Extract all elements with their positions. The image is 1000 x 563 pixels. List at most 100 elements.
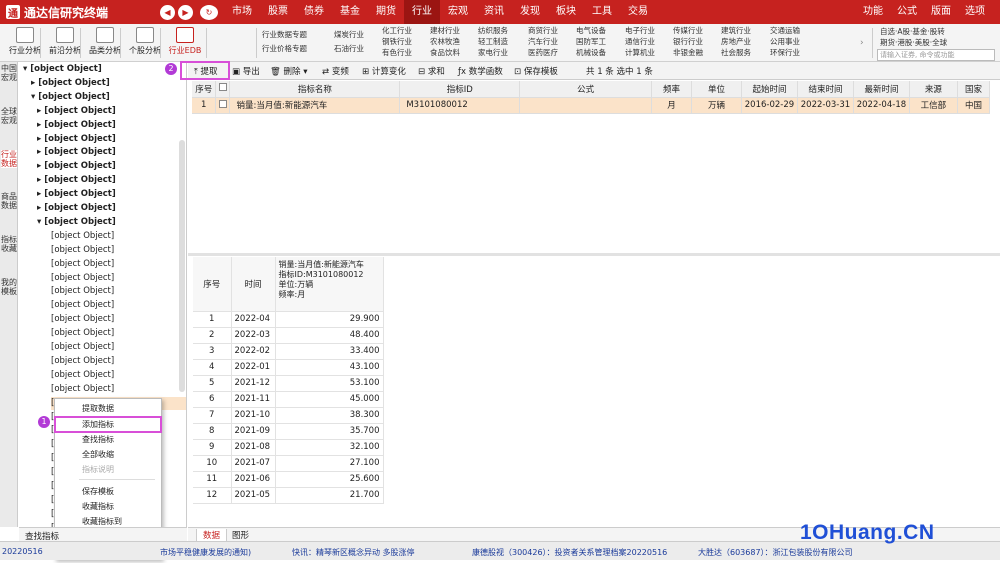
ribbon-button[interactable]: 品类分析 bbox=[86, 27, 124, 56]
col-header[interactable]: 频率 bbox=[651, 81, 693, 98]
tree-node[interactable]: [object Object] bbox=[51, 272, 114, 285]
tree-node[interactable]: ▸ [object Object] bbox=[31, 77, 110, 90]
math-func-button[interactable]: ƒx 数学函数 bbox=[458, 65, 503, 77]
industry-link[interactable]: 石油行业 bbox=[334, 43, 364, 54]
news-ticker-2[interactable]: 快讯：精琴新区概念异动 多股涨停 bbox=[292, 547, 415, 558]
data-row[interactable]: 8 2021-09 35.700 bbox=[193, 423, 384, 440]
industry-link[interactable]: 建筑行业 bbox=[721, 25, 751, 36]
industry-link[interactable]: 食品饮料 bbox=[430, 47, 460, 58]
menu-item[interactable]: 资讯 bbox=[476, 0, 512, 24]
industry-link[interactable]: 房地产业 bbox=[721, 36, 751, 47]
menu-item[interactable]: 工具 bbox=[584, 0, 620, 24]
context-menu-item[interactable]: 提取数据 bbox=[55, 402, 161, 415]
industry-link[interactable]: 银行行业 bbox=[673, 36, 703, 47]
indicator-row[interactable]: 1 销量:当月值:新能源汽车 M3101080012 月万辆 2016-02-29 202… bbox=[192, 97, 991, 114]
menu-item[interactable]: 发现 bbox=[512, 0, 548, 24]
col-header[interactable]: 单位 bbox=[691, 81, 742, 98]
tree-node[interactable]: ▸ [object Object] bbox=[37, 160, 116, 173]
tree-node[interactable]: [object Object] bbox=[51, 383, 114, 396]
ribbon-button[interactable]: 行业EDB bbox=[166, 27, 204, 56]
ribbon-quick-link-1[interactable]: 自选·A股·基金·股转 bbox=[880, 26, 945, 37]
context-menu-item[interactable]: 保存模板 bbox=[55, 485, 161, 498]
tree-node[interactable]: ▸ [object Object] bbox=[37, 105, 116, 118]
data-row[interactable]: 9 2021-08 32.100 bbox=[193, 439, 384, 456]
data-row[interactable]: 3 2022-02 33.400 bbox=[193, 343, 384, 360]
industry-link[interactable]: 农林牧渔 bbox=[430, 36, 460, 47]
menu-item[interactable]: 债券 bbox=[296, 0, 332, 24]
industry-link[interactable]: 行业价格专题 bbox=[262, 43, 307, 54]
tree-node[interactable]: ▸ [object Object] bbox=[37, 133, 116, 146]
data-row[interactable]: 11 2021-06 25.600 bbox=[193, 471, 384, 488]
ribbon-quick-link-2[interactable]: 期货·港股·美股·全球 bbox=[880, 37, 947, 48]
tree-node[interactable]: ▸ [object Object] bbox=[37, 119, 116, 132]
industry-link[interactable]: 医药医疗 bbox=[528, 47, 558, 58]
industry-link[interactable]: 纺织服务 bbox=[478, 25, 508, 36]
menu-item[interactable]: 基金 bbox=[332, 0, 368, 24]
ribbon-button[interactable]: 行业分析 bbox=[6, 27, 44, 56]
tree-node[interactable]: ▸ [object Object] bbox=[37, 202, 116, 215]
col-header[interactable]: 序号 bbox=[192, 81, 217, 98]
menu-item[interactable]: 行业 bbox=[404, 0, 440, 24]
industry-link[interactable]: 有色行业 bbox=[382, 47, 412, 58]
tree-node[interactable]: [object Object] bbox=[51, 369, 114, 382]
industry-link[interactable]: 非银金融 bbox=[673, 47, 703, 58]
news-ticker-3[interactable]: 康德股视（300426）：投资者关系管理档案20220516 bbox=[472, 547, 667, 558]
right-menu-item[interactable]: 版面 bbox=[924, 0, 958, 24]
tree-node[interactable]: [object Object] bbox=[51, 313, 114, 326]
industry-link[interactable]: 家电行业 bbox=[478, 47, 508, 58]
pane-splitter[interactable] bbox=[188, 253, 1000, 256]
vtab-item[interactable]: 全球宏观 bbox=[1, 107, 17, 125]
industry-link[interactable]: 钢铁行业 bbox=[382, 36, 412, 47]
tab-chart[interactable]: 图形 bbox=[226, 529, 255, 541]
tree-node[interactable]: [object Object] bbox=[51, 244, 114, 257]
industry-link[interactable]: 国防军工 bbox=[576, 36, 606, 47]
back-icon[interactable]: ◀ bbox=[160, 4, 175, 20]
industry-link[interactable]: 化工行业 bbox=[382, 25, 412, 36]
industry-link[interactable]: 通信行业 bbox=[625, 36, 655, 47]
tree-node[interactable]: ▸ [object Object] bbox=[37, 146, 116, 159]
ribbon-button[interactable]: 个股分析 bbox=[126, 27, 164, 56]
data-row[interactable]: 6 2021-11 45.000 bbox=[193, 391, 384, 408]
tree-node[interactable]: ▸ [object Object] bbox=[37, 188, 116, 201]
col-header[interactable]: 最新时间 bbox=[853, 81, 910, 98]
data-row[interactable]: 12 2021-05 21.700 bbox=[193, 487, 384, 504]
tree-node[interactable]: ▾ [object Object] bbox=[37, 216, 116, 229]
ribbon-scroll-icon[interactable]: › bbox=[860, 38, 864, 48]
tree-node[interactable]: [object Object] bbox=[51, 230, 114, 243]
context-menu-item[interactable]: 全部收缩 bbox=[55, 448, 161, 461]
refresh-icon[interactable]: ↻ bbox=[200, 4, 218, 20]
context-menu-item[interactable]: 收藏指标 bbox=[55, 500, 161, 513]
tree-node[interactable]: [object Object] bbox=[51, 327, 114, 340]
col-header[interactable]: 起始时间 bbox=[741, 81, 798, 98]
tree-node[interactable]: ▸ [object Object] bbox=[37, 174, 116, 187]
select-all-checkbox[interactable] bbox=[218, 83, 227, 92]
col-header[interactable]: 指标名称 bbox=[229, 81, 401, 98]
menu-item[interactable]: 期货 bbox=[368, 0, 404, 24]
save-template-button[interactable]: ⊡ 保存模板 bbox=[514, 65, 558, 77]
industry-link[interactable]: 轻工制造 bbox=[478, 36, 508, 47]
col-header[interactable]: 指标ID bbox=[399, 81, 521, 98]
tree-node[interactable]: [object Object] bbox=[51, 341, 114, 354]
vtab-item[interactable]: 我的模板 bbox=[1, 278, 17, 296]
industry-link[interactable]: 电气设备 bbox=[576, 25, 606, 36]
data-row[interactable]: 1 2022-04 29.900 bbox=[193, 311, 384, 328]
ribbon-search-input[interactable]: 请输入证券, 命令或功能 bbox=[877, 49, 995, 61]
vtab-item[interactable]: 指标收藏 bbox=[1, 235, 17, 253]
industry-link[interactable]: 电子行业 bbox=[625, 25, 655, 36]
vtab-item[interactable]: 中国宏观 bbox=[1, 64, 17, 82]
tree-node[interactable]: [object Object] bbox=[51, 355, 114, 368]
data-row[interactable]: 4 2022-01 43.100 bbox=[193, 359, 384, 376]
industry-link[interactable]: 传媒行业 bbox=[673, 25, 703, 36]
industry-link[interactable]: 行业数据专题 bbox=[262, 29, 307, 40]
news-ticker-1[interactable]: 市场平稳健康发展的通知) bbox=[160, 547, 251, 558]
industry-link[interactable]: 机械设备 bbox=[576, 47, 606, 58]
data-row[interactable]: 7 2021-10 38.300 bbox=[193, 407, 384, 424]
delete-button[interactable]: 🗑 删除 ▾ bbox=[270, 65, 308, 77]
col-header[interactable]: 国家 bbox=[957, 81, 991, 98]
right-menu-item[interactable]: 选项 bbox=[958, 0, 992, 24]
menu-item[interactable]: 股票 bbox=[260, 0, 296, 24]
sum-button[interactable]: ⊟ 求和 bbox=[418, 65, 445, 77]
tree-scrollbar[interactable] bbox=[179, 140, 185, 392]
tree-node[interactable]: [object Object] bbox=[51, 258, 114, 271]
row-checkbox[interactable] bbox=[218, 99, 227, 108]
